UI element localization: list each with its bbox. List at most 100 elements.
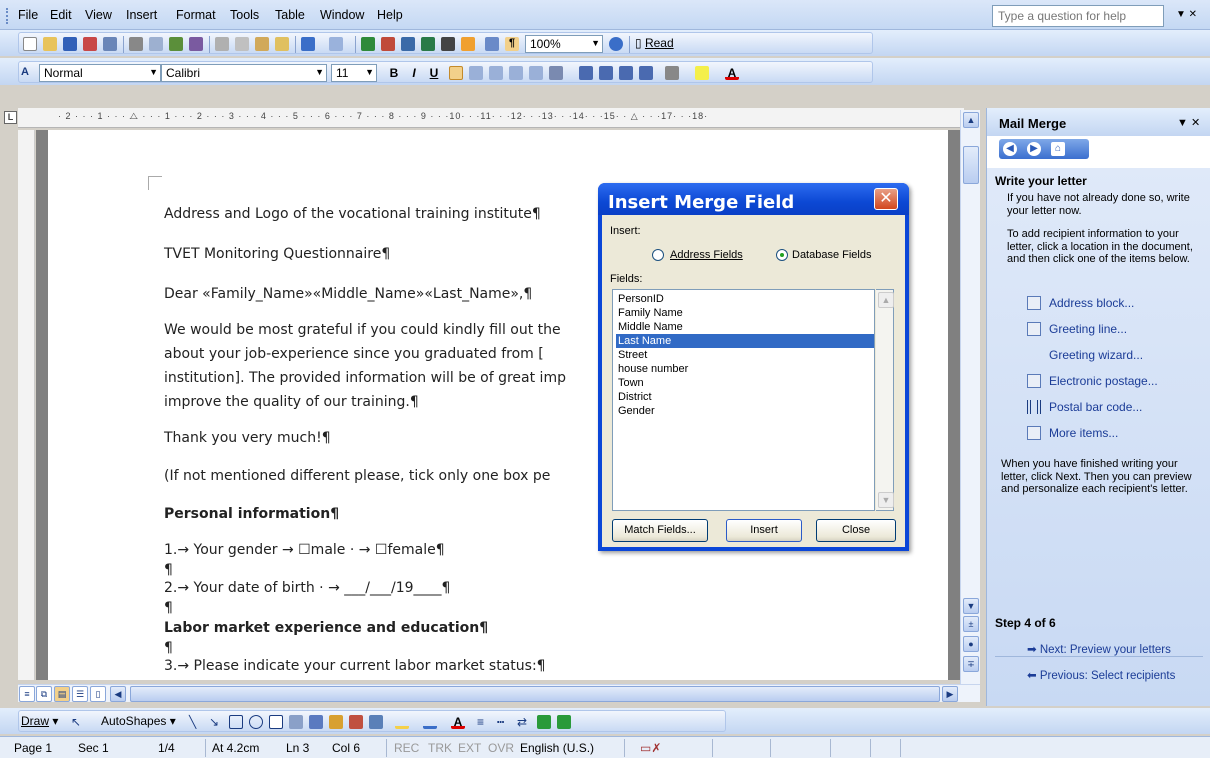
horizontal-scrollbar[interactable]: ≡ ⧉ ▤ ☰ ▯ ◀ ▶: [18, 684, 980, 702]
list-item[interactable]: Gender: [616, 404, 874, 418]
help-search-input[interactable]: Type a question for help: [992, 5, 1164, 27]
format-painter-icon[interactable]: [275, 37, 289, 51]
menu-edit[interactable]: Edit: [50, 8, 72, 22]
doc-paragraph[interactable]: institution]. The provided information w…: [164, 370, 566, 386]
outline-view-icon[interactable]: ☰: [72, 686, 88, 702]
vertical-scrollbar[interactable]: ▲ ▼ ± ● ∓: [960, 110, 980, 686]
greeting-line-link[interactable]: Greeting line...: [1049, 322, 1127, 336]
undo-icon[interactable]: [301, 37, 315, 51]
scroll-up-button[interactable]: ▲: [963, 112, 979, 128]
vertical-ruler[interactable]: [18, 130, 35, 680]
tables-borders-icon[interactable]: [381, 37, 395, 51]
cut-icon[interactable]: [215, 37, 229, 51]
help-icon[interactable]: [609, 37, 623, 51]
address-block-link[interactable]: Address block...: [1049, 296, 1134, 310]
doc-paragraph[interactable]: 3.→ Please indicate your current labor m…: [164, 658, 546, 674]
diagram-icon[interactable]: [329, 715, 343, 729]
fill-color-icon[interactable]: [395, 715, 409, 729]
email-icon[interactable]: [103, 37, 117, 51]
highlight-icon[interactable]: [695, 66, 709, 80]
new-document-icon[interactable]: [23, 37, 37, 51]
reading-layout-icon[interactable]: ▯: [90, 686, 106, 702]
wordart-icon[interactable]: [309, 715, 323, 729]
underline-button[interactable]: U: [425, 64, 443, 82]
web-view-icon[interactable]: ⧉: [36, 686, 52, 702]
database-fields-radio[interactable]: [776, 249, 788, 261]
line-style-icon[interactable]: ≡: [477, 715, 491, 729]
copy-icon[interactable]: [235, 37, 249, 51]
print-layout-icon[interactable]: ▤: [54, 686, 70, 702]
insert-button[interactable]: Insert: [726, 519, 802, 542]
list-item[interactable]: Middle Name: [616, 320, 874, 334]
hyperlink-icon[interactable]: [361, 37, 375, 51]
horizontal-ruler[interactable]: L · 2 · · · 1 · · · ⧍ · · · 1 · · · 2 · …: [4, 108, 964, 128]
doc-paragraph[interactable]: ¶: [164, 600, 173, 616]
doc-heading[interactable]: Labor market experience and education¶: [164, 620, 488, 636]
normal-view-icon[interactable]: ≡: [19, 686, 35, 702]
status-language[interactable]: English (U.S.): [520, 741, 594, 755]
greeting-wizard-link[interactable]: Greeting wizard...: [1049, 348, 1143, 362]
forward-icon[interactable]: ▶: [1027, 142, 1041, 156]
doc-paragraph[interactable]: 2.→ Your date of birth · → ___/___/19___…: [164, 580, 450, 596]
spelling-status-icon[interactable]: ▭✗: [640, 741, 661, 755]
oval-icon[interactable]: [249, 715, 263, 729]
menu-window[interactable]: Window: [320, 8, 364, 22]
status-ext[interactable]: EXT: [458, 741, 481, 755]
picture-icon[interactable]: [369, 715, 383, 729]
decrease-indent-icon[interactable]: [619, 66, 633, 80]
menu-insert[interactable]: Insert: [126, 8, 157, 22]
font-select[interactable]: Calibri ▼: [161, 64, 327, 82]
doc-paragraph[interactable]: Address and Logo of the vocational train…: [164, 206, 541, 222]
doc-paragraph[interactable]: improve the quality of our training.¶: [164, 394, 419, 410]
insert-table-icon[interactable]: [401, 37, 415, 51]
menu-tools[interactable]: Tools: [230, 8, 259, 22]
list-item[interactable]: PersonID: [616, 292, 874, 306]
align-center-icon[interactable]: [469, 66, 483, 80]
columns-icon[interactable]: [441, 37, 455, 51]
next-step-link[interactable]: ➡ Next: Preview your letters: [1027, 642, 1171, 656]
italic-button[interactable]: I: [405, 64, 423, 82]
drawing-icon[interactable]: [461, 37, 475, 51]
doc-paragraph[interactable]: ¶: [164, 640, 173, 656]
address-fields-radio[interactable]: [652, 249, 664, 261]
draw-font-color-icon[interactable]: A: [451, 715, 465, 729]
browse-object-button[interactable]: ●: [963, 636, 979, 652]
doc-paragraph[interactable]: ¶: [164, 562, 173, 578]
doc-paragraph[interactable]: Thank you very much!¶: [164, 430, 331, 446]
menu-file[interactable]: File: [18, 8, 38, 22]
close-button[interactable]: Close: [816, 519, 896, 542]
menu-table[interactable]: Table: [275, 8, 305, 22]
scroll-right-button[interactable]: ▶: [942, 686, 958, 702]
arrow-icon[interactable]: ↘: [209, 715, 223, 729]
bold-button[interactable]: B: [385, 64, 403, 82]
postal-bar-code-link[interactable]: Postal bar code...: [1049, 400, 1142, 414]
address-fields-label[interactable]: Address Fields: [670, 249, 743, 261]
justify-icon[interactable]: [509, 66, 523, 80]
line-color-icon[interactable]: [423, 715, 437, 729]
document-map-icon[interactable]: [485, 37, 499, 51]
doc-paragraph[interactable]: (If not mentioned different please, tick…: [164, 468, 550, 484]
back-icon[interactable]: ◀: [1003, 142, 1017, 156]
task-pane-close-icon[interactable]: ▼ ✕: [1177, 116, 1200, 129]
increase-indent-icon[interactable]: [639, 66, 653, 80]
textbox-icon[interactable]: [269, 715, 283, 729]
arrow-style-icon[interactable]: ⇄: [517, 715, 531, 729]
doc-paragraph[interactable]: TVET Monitoring Questionnaire¶: [164, 246, 390, 262]
status-rec[interactable]: REC: [394, 741, 419, 755]
open-icon[interactable]: [43, 37, 57, 51]
list-item[interactable]: Street: [616, 348, 874, 362]
rectangle-icon[interactable]: [229, 715, 243, 729]
electronic-postage-link[interactable]: Electronic postage...: [1049, 374, 1158, 388]
paste-icon[interactable]: [255, 37, 269, 51]
doc-paragraph[interactable]: 1.→ Your gender → ☐male · → ☐female¶: [164, 542, 445, 558]
menu-view[interactable]: View: [85, 8, 112, 22]
list-item[interactable]: Family Name: [616, 306, 874, 320]
tab-selector[interactable]: L: [4, 111, 17, 124]
horizontal-scroll-thumb[interactable]: [130, 686, 940, 702]
status-trk[interactable]: TRK: [428, 741, 452, 755]
chevron-up-icon[interactable]: ▲: [878, 292, 894, 308]
numbering-icon[interactable]: [579, 66, 593, 80]
match-fields-button[interactable]: Match Fields...: [612, 519, 708, 542]
line-icon[interactable]: ╲: [189, 715, 203, 729]
permission-icon[interactable]: [83, 37, 97, 51]
